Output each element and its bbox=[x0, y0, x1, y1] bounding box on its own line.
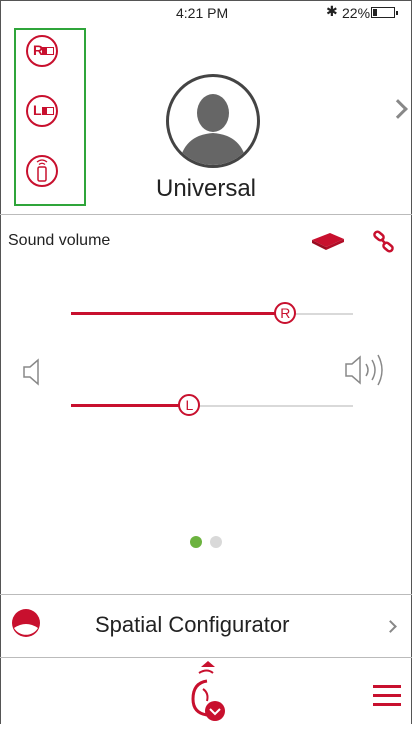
status-time: 4:21 PM bbox=[176, 5, 229, 21]
right-volume-knob[interactable]: R bbox=[274, 302, 297, 324]
left-side-label: L bbox=[33, 102, 42, 118]
menu-icon[interactable] bbox=[373, 685, 401, 712]
profile-avatar[interactable] bbox=[166, 74, 260, 168]
status-bar: 4:21 PM ✱ 22% bbox=[0, 0, 412, 26]
sound-volume-title: Sound volume bbox=[8, 232, 111, 249]
spatial-configurator-row[interactable]: Spatial Configurator bbox=[0, 594, 412, 657]
remote-control-icon[interactable] bbox=[310, 231, 346, 256]
volume-down-icon[interactable] bbox=[22, 357, 44, 392]
left-volume-slider[interactable]: L bbox=[71, 394, 353, 416]
bluetooth-icon: ✱ bbox=[326, 3, 338, 19]
spatial-configurator-icon bbox=[11, 608, 41, 643]
divider-bottom bbox=[0, 657, 412, 658]
spatial-configurator-label: Spatial Configurator bbox=[95, 612, 290, 637]
link-icon[interactable] bbox=[372, 230, 396, 259]
hearing-aid-status-icon[interactable] bbox=[185, 661, 229, 730]
left-volume-knob[interactable]: L bbox=[178, 394, 201, 416]
page-dot-active[interactable] bbox=[190, 536, 202, 548]
page-indicator bbox=[190, 535, 230, 553]
volume-up-icon[interactable] bbox=[344, 350, 390, 395]
user-silhouette-icon bbox=[179, 94, 247, 165]
battery-percent: 22% bbox=[342, 5, 371, 21]
divider-top bbox=[0, 214, 412, 215]
right-volume-slider[interactable]: R bbox=[71, 302, 353, 324]
page-dot[interactable] bbox=[210, 536, 222, 548]
left-hearing-aid-battery-icon[interactable]: L bbox=[26, 95, 58, 127]
battery-icon bbox=[371, 7, 398, 18]
chevron-right-icon bbox=[384, 620, 397, 633]
right-hearing-aid-battery-icon[interactable]: R bbox=[26, 35, 58, 67]
profile-name: Universal bbox=[155, 175, 257, 202]
